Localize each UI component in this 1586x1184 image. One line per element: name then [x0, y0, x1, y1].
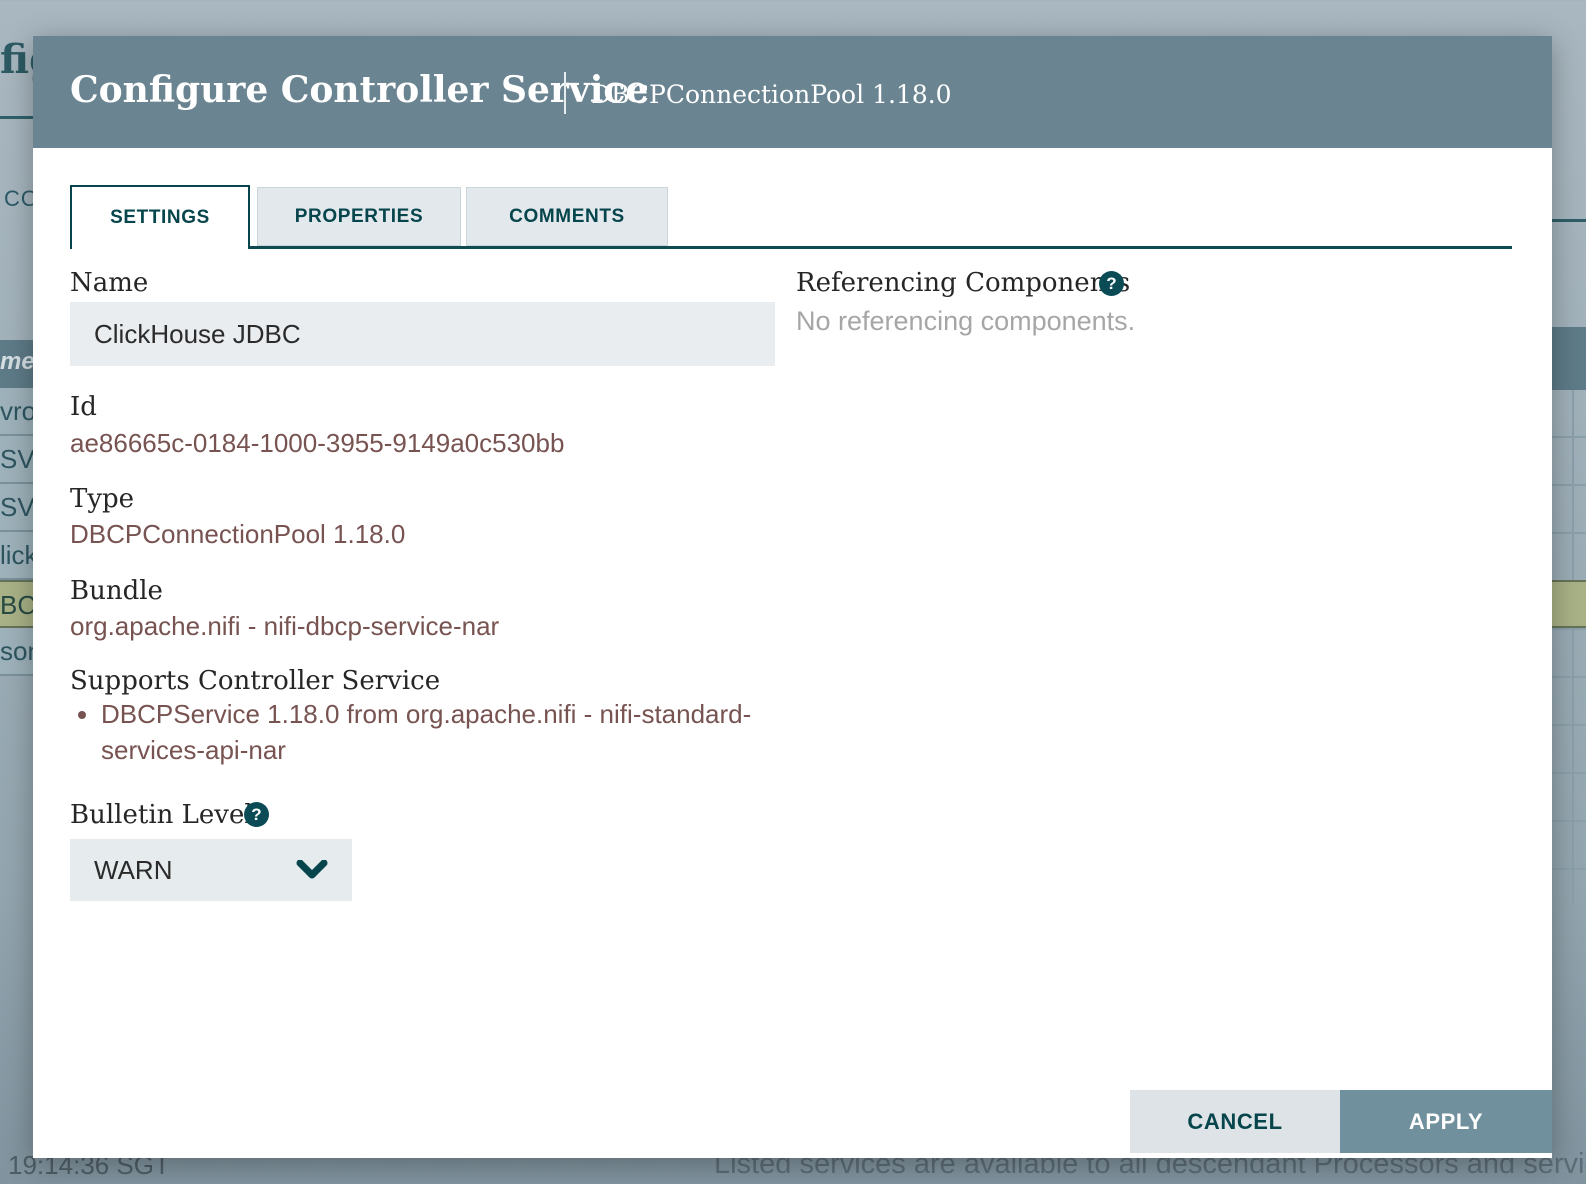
cancel-button[interactable]: CANCEL	[1130, 1090, 1340, 1153]
referencing-components-label: Referencing Components	[796, 268, 1130, 298]
bg-grid-line	[1552, 724, 1586, 726]
name-input[interactable]	[70, 302, 775, 366]
dialog-subtitle: DBCPConnectionPool 1.18.0	[591, 80, 952, 109]
bg-grid-line	[1552, 676, 1586, 678]
bulletin-level-help-icon[interactable]: ?	[244, 802, 269, 827]
name-label: Name	[70, 268, 148, 298]
bg-table-row: vro	[0, 388, 33, 436]
supports-controller-service-label: Supports Controller Service	[70, 666, 440, 696]
dialog-title: Configure Controller Service	[70, 69, 648, 111]
bg-table-row: son	[0, 628, 33, 676]
bg-table-row: SVR	[0, 484, 33, 532]
bg-header-underline	[0, 116, 33, 119]
bg-table-header-right	[1552, 327, 1586, 390]
id-label: Id	[70, 392, 97, 422]
referencing-components-help-icon[interactable]: ?	[1099, 271, 1124, 296]
bg-grid-line	[1552, 772, 1586, 774]
supports-controller-service-item: DBCPService 1.18.0 from org.apache.nifi …	[101, 696, 781, 768]
bulletin-level-value: WARN	[70, 855, 296, 886]
bg-right-strip	[1552, 0, 1586, 1184]
bg-grid-line	[1552, 820, 1586, 822]
nifi-screen: fig CO me vro SVR SVR lick BCP son	[0, 0, 1586, 1184]
bg-table-grid-right	[1552, 390, 1586, 905]
bg-grid-line	[1552, 484, 1586, 486]
chevron-down-icon	[296, 860, 328, 880]
bg-grid-line	[1552, 532, 1586, 534]
id-value: ae86665c-0184-1000-3955-9149a0c530bb	[70, 428, 564, 459]
tab-comments[interactable]: COMMENTS	[466, 187, 668, 246]
bundle-label: Bundle	[70, 576, 163, 606]
bulletin-level-dropdown[interactable]: WARN	[70, 839, 352, 901]
bg-page-title-fragment: fig	[0, 36, 33, 88]
bg-grid-line	[1552, 868, 1586, 870]
dialog-header: Configure Controller Service DBCPConnect…	[33, 36, 1552, 148]
tab-underline	[70, 246, 1512, 249]
supports-controller-service-list: DBCPService 1.18.0 from org.apache.nifi …	[77, 696, 781, 768]
apply-button[interactable]: APPLY	[1340, 1090, 1552, 1153]
tab-properties[interactable]: PROPERTIES	[257, 187, 461, 246]
bg-table-header-fragment: me	[0, 340, 33, 388]
no-referencing-components-text: No referencing components.	[796, 306, 1135, 337]
bundle-value: org.apache.nifi - nifi-dbcp-service-nar	[70, 611, 499, 642]
bg-tab-underline-right	[1552, 219, 1586, 222]
bg-table-row-selected: BCP	[0, 580, 33, 628]
configure-controller-service-dialog: Configure Controller Service DBCPConnect…	[33, 36, 1552, 1158]
bg-grid-line	[1572, 390, 1574, 905]
type-label: Type	[70, 484, 134, 514]
type-value: DBCPConnectionPool 1.18.0	[70, 519, 405, 550]
tab-settings[interactable]: SETTINGS	[70, 185, 250, 249]
bg-table-row: SVR	[0, 436, 33, 484]
bg-grid-line	[1552, 628, 1586, 630]
title-separator	[564, 72, 566, 114]
bg-table-row-selected-right	[1552, 580, 1586, 628]
bg-table-row: lick	[0, 532, 33, 580]
bg-tab-fragment: CO	[4, 186, 33, 214]
bg-grid-line	[1552, 436, 1586, 438]
bulletin-level-label: Bulletin Level	[70, 800, 253, 830]
